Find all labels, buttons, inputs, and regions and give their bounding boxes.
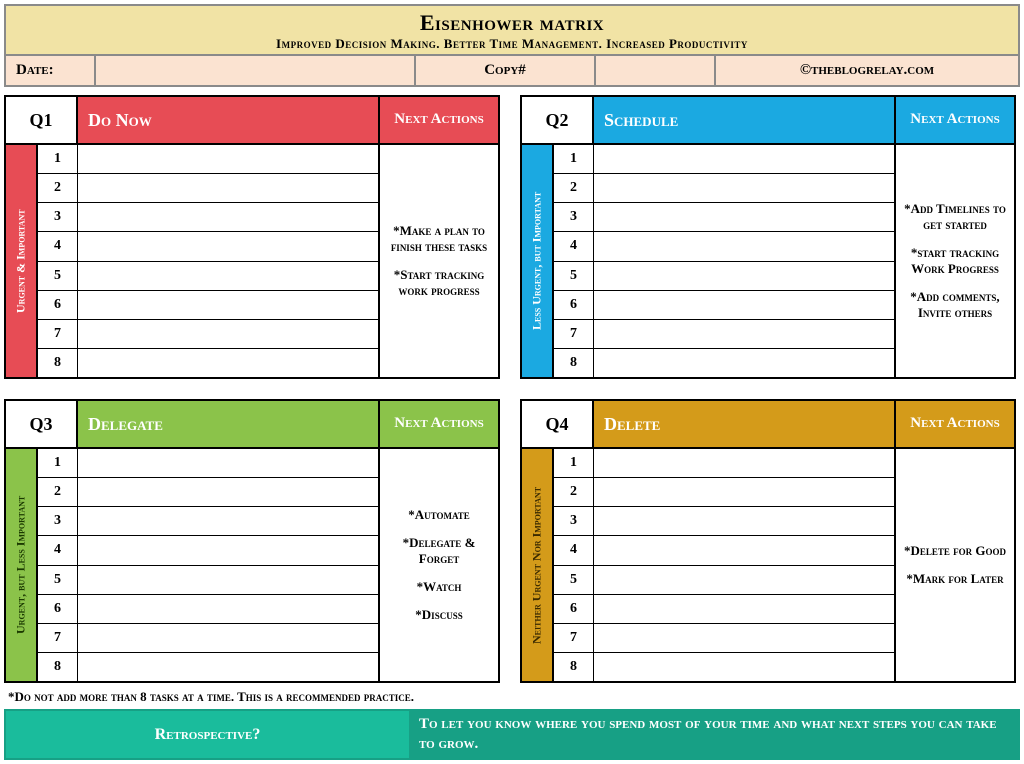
- task-row[interactable]: 4: [38, 536, 378, 565]
- task-row[interactable]: 4: [554, 232, 894, 261]
- action-item: *Add Timelines to get started: [902, 201, 1008, 233]
- header: Eisenhower matrix Improved Decision Maki…: [4, 4, 1020, 87]
- task-row[interactable]: 2: [38, 478, 378, 507]
- task-row[interactable]: 3: [38, 203, 378, 232]
- task-row[interactable]: 5: [554, 566, 894, 595]
- task-row[interactable]: 1: [554, 449, 894, 478]
- action-item: *Mark for Later: [902, 571, 1008, 587]
- action-item: *start tracking Work Progress: [902, 245, 1008, 277]
- task-row[interactable]: 6: [38, 291, 378, 320]
- q2-title: Schedule: [594, 97, 894, 143]
- q1-title: Do Now: [78, 97, 378, 143]
- action-item: *Start tracking work progress: [386, 267, 492, 299]
- task-row[interactable]: 8: [554, 349, 894, 377]
- action-item: *Add comments, Invite others: [902, 289, 1008, 321]
- info-row: Date: Copy# ©theblogrelay.com: [6, 54, 1018, 85]
- task-row[interactable]: 1: [554, 145, 894, 174]
- task-row[interactable]: 8: [38, 349, 378, 377]
- q3-code: Q3: [6, 401, 78, 447]
- task-row[interactable]: 2: [554, 174, 894, 203]
- task-row[interactable]: 3: [554, 507, 894, 536]
- task-row[interactable]: 7: [554, 624, 894, 653]
- q1-actions: *Make a plan to finish these tasks *Star…: [378, 145, 498, 377]
- q3-rows: 1 2 3 4 5 6 7 8: [38, 449, 378, 681]
- task-row[interactable]: 3: [554, 203, 894, 232]
- task-row[interactable]: 6: [554, 595, 894, 624]
- quadrant-q4: Q4 Delete Next Actions Neither Urgent No…: [520, 399, 1016, 683]
- copy-label: Copy#: [416, 56, 596, 85]
- page-title: Eisenhower matrix: [6, 10, 1018, 36]
- q2-sidebar: Less Urgent, but Important: [522, 145, 554, 377]
- q2-actions: *Add Timelines to get started *start tra…: [894, 145, 1014, 377]
- task-row[interactable]: 7: [554, 320, 894, 349]
- footnote: *Do not add more than 8 tasks at a time.…: [8, 689, 1016, 705]
- action-item: *Delegate & Forget: [386, 535, 492, 567]
- q3-next-actions-header: Next Actions: [378, 401, 498, 447]
- q2-code: Q2: [522, 97, 594, 143]
- copy-value[interactable]: [596, 56, 716, 85]
- task-row[interactable]: 1: [38, 145, 378, 174]
- q1-sidebar: Urgent & Important: [6, 145, 38, 377]
- task-row[interactable]: 4: [554, 536, 894, 565]
- task-row[interactable]: 5: [554, 262, 894, 291]
- q4-title: Delete: [594, 401, 894, 447]
- task-row[interactable]: 3: [38, 507, 378, 536]
- date-label: Date:: [6, 56, 96, 85]
- quadrant-q2: Q2 Schedule Next Actions Less Urgent, bu…: [520, 95, 1016, 379]
- action-item: *Delete for Good: [902, 543, 1008, 559]
- q1-next-actions-header: Next Actions: [378, 97, 498, 143]
- task-row[interactable]: 7: [38, 624, 378, 653]
- q4-rows: 1 2 3 4 5 6 7 8: [554, 449, 894, 681]
- task-row[interactable]: 8: [554, 653, 894, 681]
- quadrant-q1: Q1 Do Now Next Actions Urgent & Importan…: [4, 95, 500, 379]
- q1-rows: 1 2 3 4 5 6 7 8: [38, 145, 378, 377]
- task-row[interactable]: 8: [38, 653, 378, 681]
- q4-code: Q4: [522, 401, 594, 447]
- task-row[interactable]: 6: [554, 291, 894, 320]
- action-item: *Automate: [386, 507, 492, 523]
- page-subtitle: Improved Decision Making. Better Time Ma…: [6, 36, 1018, 52]
- task-row[interactable]: 5: [38, 566, 378, 595]
- quadrant-q3: Q3 Delegate Next Actions Urgent, but Les…: [4, 399, 500, 683]
- q4-sidebar: Neither Urgent Nor Important: [522, 449, 554, 681]
- action-item: *Discuss: [386, 607, 492, 623]
- credit: ©theblogrelay.com: [716, 56, 1018, 85]
- q2-next-actions-header: Next Actions: [894, 97, 1014, 143]
- q3-actions: *Automate *Delegate & Forget *Watch *Dis…: [378, 449, 498, 681]
- title-band: Eisenhower matrix Improved Decision Maki…: [6, 6, 1018, 54]
- date-value[interactable]: [96, 56, 416, 85]
- q2-rows: 1 2 3 4 5 6 7 8: [554, 145, 894, 377]
- q4-next-actions-header: Next Actions: [894, 401, 1014, 447]
- task-row[interactable]: 2: [38, 174, 378, 203]
- task-row[interactable]: 2: [554, 478, 894, 507]
- task-row[interactable]: 6: [38, 595, 378, 624]
- q3-title: Delegate: [78, 401, 378, 447]
- q3-sidebar: Urgent, but Less Important: [6, 449, 38, 681]
- task-row[interactable]: 7: [38, 320, 378, 349]
- q1-code: Q1: [6, 97, 78, 143]
- action-item: *Watch: [386, 579, 492, 595]
- task-row[interactable]: 1: [38, 449, 378, 478]
- action-item: *Make a plan to finish these tasks: [386, 223, 492, 255]
- task-row[interactable]: 5: [38, 262, 378, 291]
- matrix-grid: Q1 Do Now Next Actions Urgent & Importan…: [4, 95, 1020, 683]
- q4-actions: *Delete for Good *Mark for Later: [894, 449, 1014, 681]
- task-row[interactable]: 4: [38, 232, 378, 261]
